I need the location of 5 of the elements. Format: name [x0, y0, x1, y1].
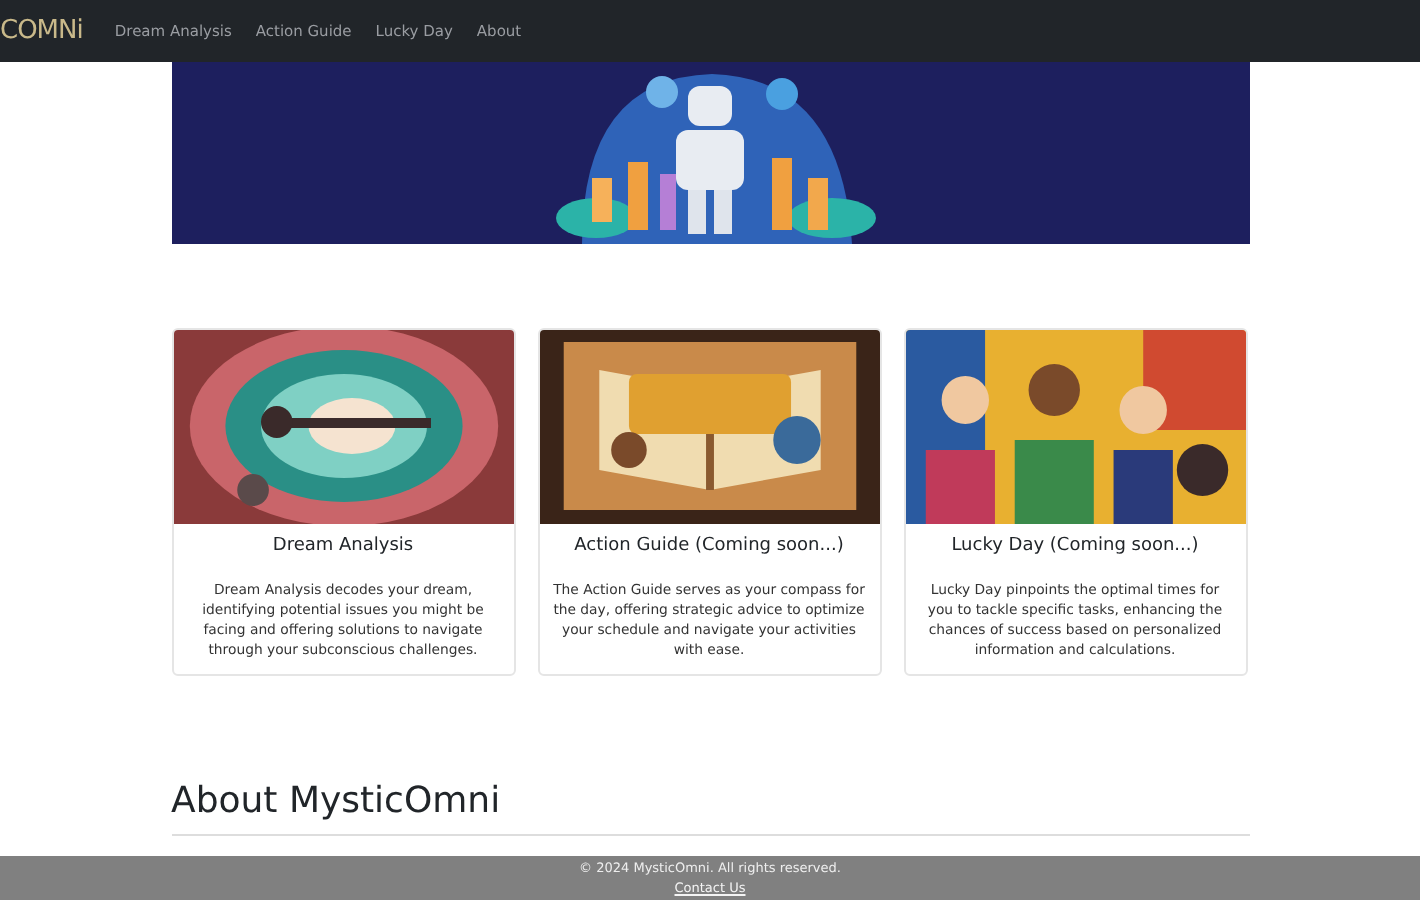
card-title: Action Guide (Coming soon...): [572, 536, 846, 556]
section-heading: About MysticOmni: [171, 780, 503, 822]
card-title: Dream Analysis: [270, 536, 416, 556]
logo[interactable]: COMNi: [0, 16, 83, 46]
card-title: Lucky Day (Coming soon...): [949, 536, 1201, 556]
